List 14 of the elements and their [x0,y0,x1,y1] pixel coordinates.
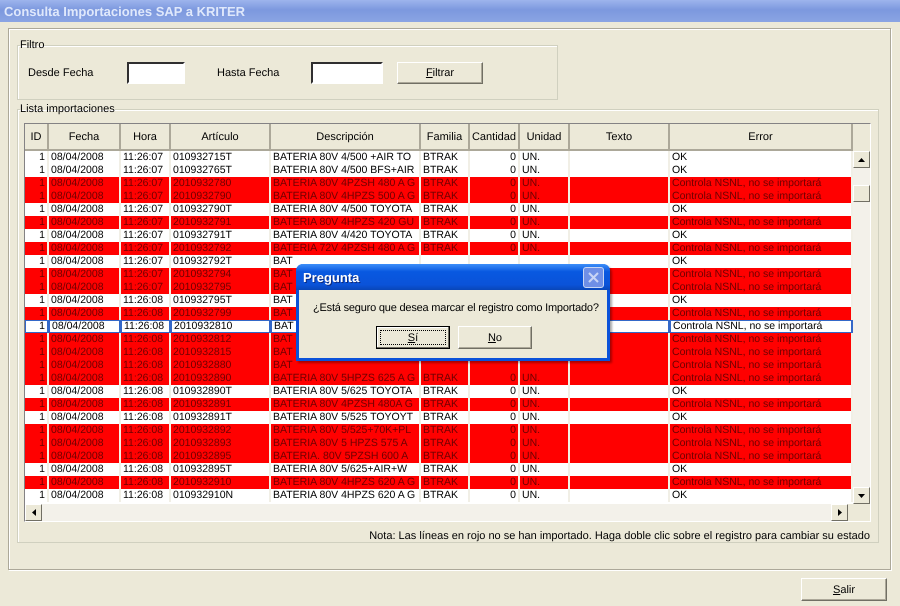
table-cell: UN. [520,489,570,502]
group-label: Filtro [20,39,44,51]
group-label: Lista importaciones [20,103,115,115]
table-cell: 010932910N [171,489,271,502]
table-cell: 11:26:08 [121,489,171,502]
table-cell: 08/04/2008 [49,489,121,502]
window-title: Consulta Importaciones SAP a KRITER [4,4,246,18]
table-cell: 1 [25,489,49,502]
table-cell: BTRAK [421,489,470,502]
field-label: Desde Fecha [27,67,94,79]
table-cell: 0 [470,489,520,502]
note-text: Nota: Las líneas en rojo no se han importado. Haga doble clic sobre el registro para cambiar su estado [368,530,870,542]
table-cell: BATERIA 80V 4HPZS 620 A G [271,489,421,502]
field-label: Hasta Fecha [216,67,280,79]
